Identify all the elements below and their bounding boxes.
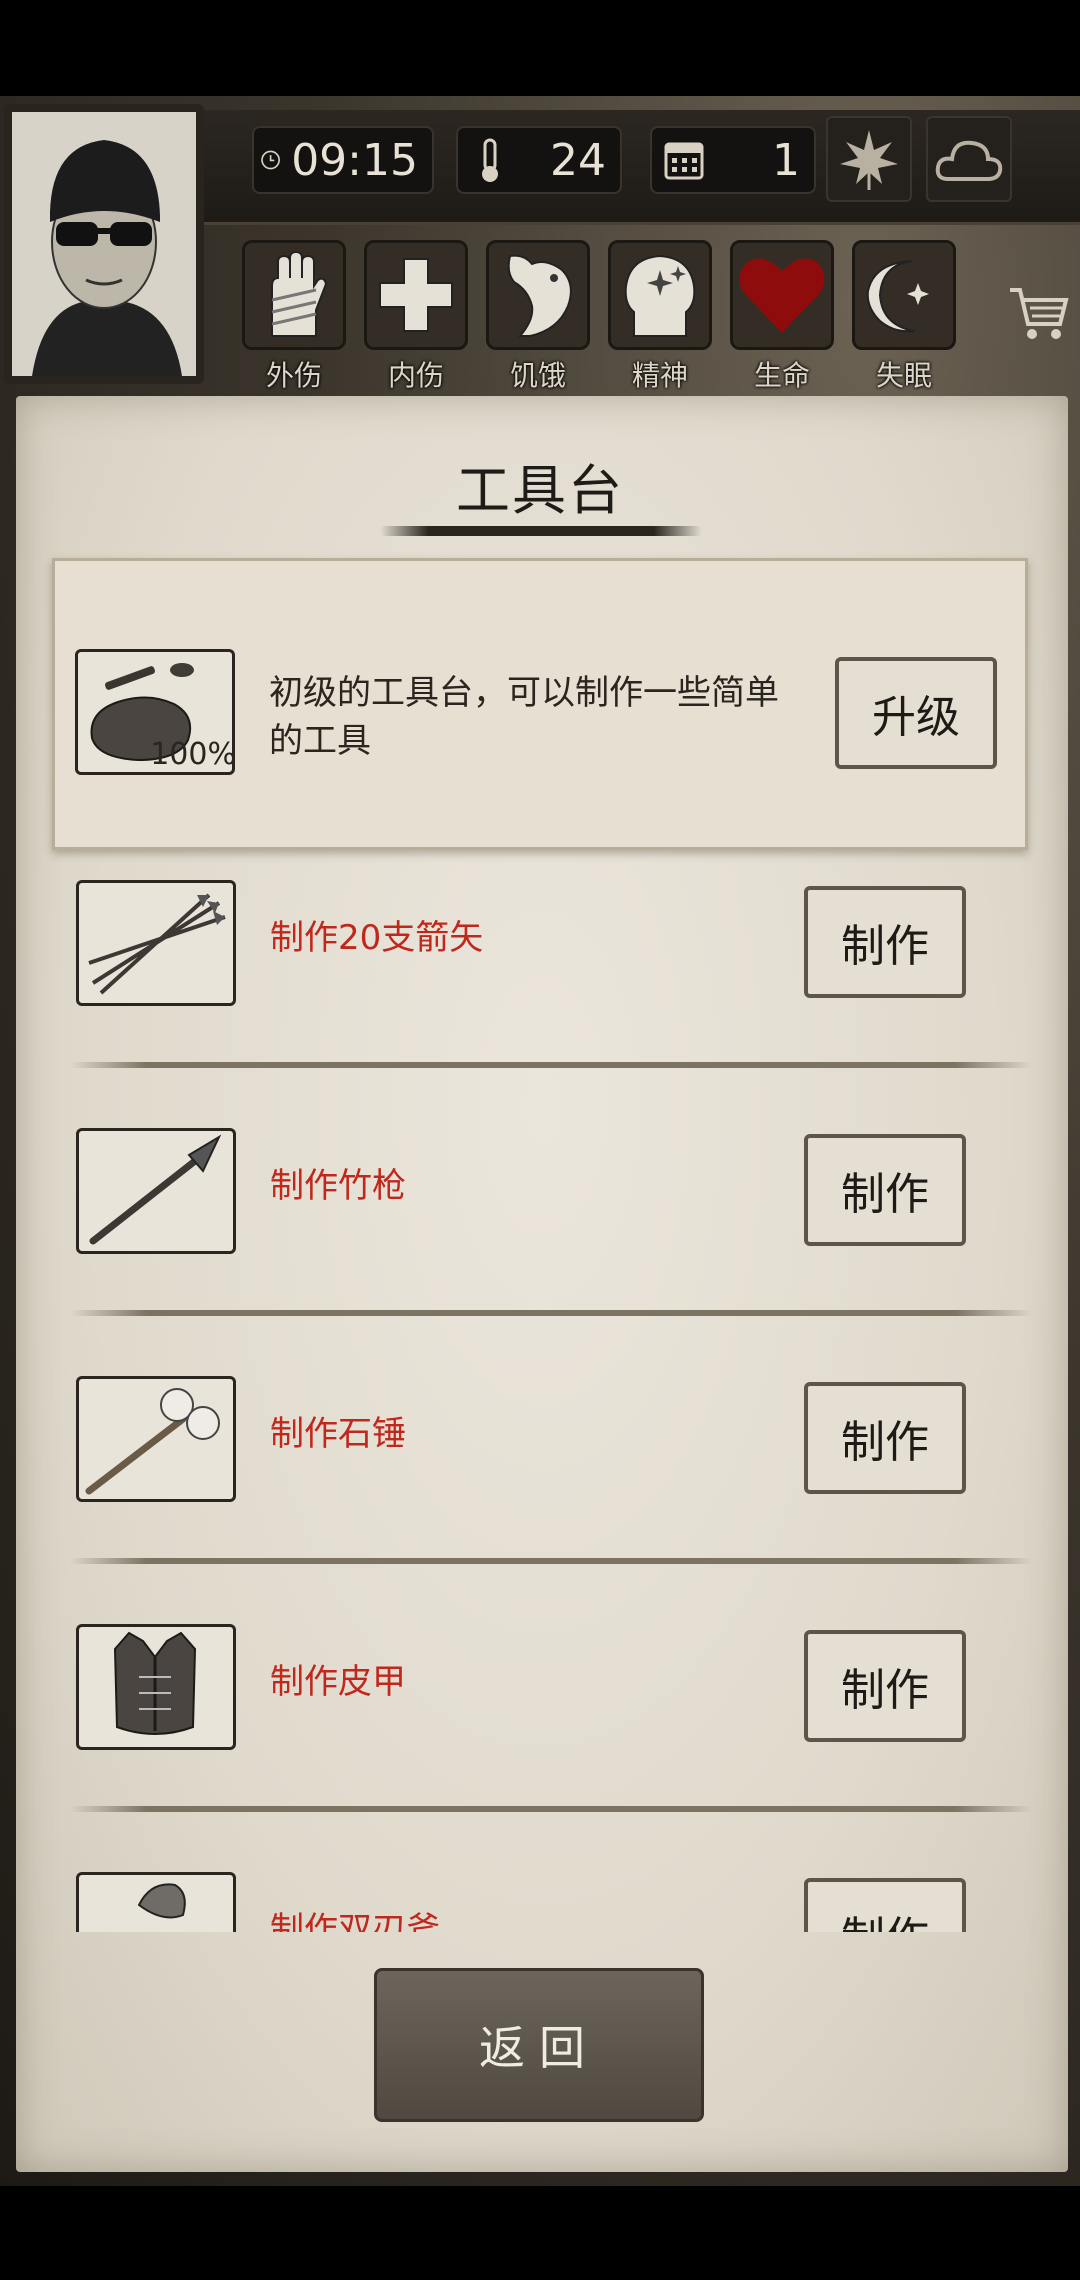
recipe-label: 制作双刃斧 xyxy=(270,1910,440,1932)
row-divider xyxy=(70,1558,1032,1564)
status-hunger[interactable] xyxy=(486,240,590,350)
season-button[interactable] xyxy=(826,116,912,202)
day-value: 1 xyxy=(772,134,800,186)
recipe-label: 制作20支箭矢 xyxy=(270,918,484,958)
status-internal-injury[interactable] xyxy=(364,240,468,350)
recipe-row-stone-hammer: 制作石锤 制作 xyxy=(30,1376,1050,1622)
stomach-icon xyxy=(507,254,572,337)
upgrade-button[interactable]: 升级 xyxy=(835,657,997,769)
craft-button[interactable]: 制作 xyxy=(804,886,966,998)
cloud-icon xyxy=(935,140,1003,181)
row-divider xyxy=(70,1062,1032,1068)
status-label-internal: 内伤 xyxy=(387,359,444,392)
status-spirit[interactable] xyxy=(608,240,712,350)
recipe-thumb xyxy=(76,880,236,1006)
workbench-description: 初级的工具台，可以制作一些简单的工具 xyxy=(269,673,779,761)
calendar-icon xyxy=(664,142,704,180)
stone-hammer-icon xyxy=(85,1388,220,1495)
recipe-row-leather-armor: 制作皮甲 制作 xyxy=(30,1624,1050,1870)
recipe-row-double-axe: 制作双刃斧 制作 xyxy=(30,1872,1050,1932)
status-insomnia[interactable] xyxy=(852,240,956,350)
recipe-label: 制作石锤 xyxy=(270,1414,406,1454)
recipe-thumb xyxy=(76,1376,236,1502)
leaf-icon xyxy=(840,130,898,190)
row-divider xyxy=(70,1310,1032,1316)
bamboo-spear-icon xyxy=(89,1134,222,1245)
recipe-thumb xyxy=(76,1872,236,1932)
bandaged-hand-icon xyxy=(271,250,328,337)
craft-button[interactable]: 制作 xyxy=(804,1382,966,1494)
temperature-value: 24 xyxy=(550,134,606,186)
clock-icon xyxy=(261,150,280,170)
character-portrait[interactable] xyxy=(4,104,204,384)
leather-armor-icon xyxy=(113,1631,197,1735)
row-divider xyxy=(70,1806,1032,1812)
recipe-thumb xyxy=(76,1128,236,1254)
time-display: 09:15 xyxy=(252,126,434,194)
status-label-hunger: 饥饿 xyxy=(509,359,566,392)
status-label-external: 外伤 xyxy=(265,359,322,392)
panel-title: 工具台 xyxy=(456,459,624,522)
status-label-spirit: 精神 xyxy=(631,359,688,392)
bottom-bar xyxy=(0,2186,1080,2280)
status-label-insomnia: 失眠 xyxy=(875,359,932,392)
recipe-list[interactable]: 100% 初级的工具台，可以制作一些简单的工具 升级 制作20支箭矢 制作 制作… xyxy=(30,550,1050,1932)
arrows-icon xyxy=(88,893,226,995)
day-display: 1 xyxy=(650,126,816,194)
status-label-life: 生命 xyxy=(753,359,810,392)
status-life[interactable] xyxy=(730,240,834,350)
craft-button[interactable]: 制作 xyxy=(804,1630,966,1742)
recipe-label: 制作皮甲 xyxy=(270,1662,406,1702)
time-value: 09:15 xyxy=(291,134,418,186)
craft-button[interactable]: 制作 xyxy=(804,1134,966,1246)
status-external-injury[interactable] xyxy=(242,240,346,350)
thermometer-icon xyxy=(482,138,498,182)
head-sparkle-icon xyxy=(624,254,696,337)
temperature-display: 24 xyxy=(456,126,622,194)
recipe-thumb xyxy=(76,1624,236,1750)
avatar xyxy=(12,112,196,376)
weather-button[interactable] xyxy=(926,116,1012,202)
title-underline xyxy=(380,526,702,536)
recipe-row-arrows: 制作20支箭矢 制作 xyxy=(30,880,1050,1126)
moon-star-icon xyxy=(866,260,929,333)
shop-cart-icon[interactable] xyxy=(1006,282,1070,346)
recipe-row-bamboo-spear: 制作竹枪 制作 xyxy=(30,1128,1050,1374)
heart-icon xyxy=(739,258,825,333)
return-button[interactable]: 返回 xyxy=(374,1968,704,2122)
recipe-label: 制作竹枪 xyxy=(270,1166,406,1206)
workbench-percent: 100% xyxy=(150,737,235,772)
workbench-thumb: 100% xyxy=(75,649,235,775)
cross-icon xyxy=(379,258,453,332)
craft-button[interactable]: 制作 xyxy=(804,1878,966,1932)
workbench-info-row: 100% 初级的工具台，可以制作一些简单的工具 升级 xyxy=(52,558,1028,850)
double-axe-icon xyxy=(137,1883,186,1919)
